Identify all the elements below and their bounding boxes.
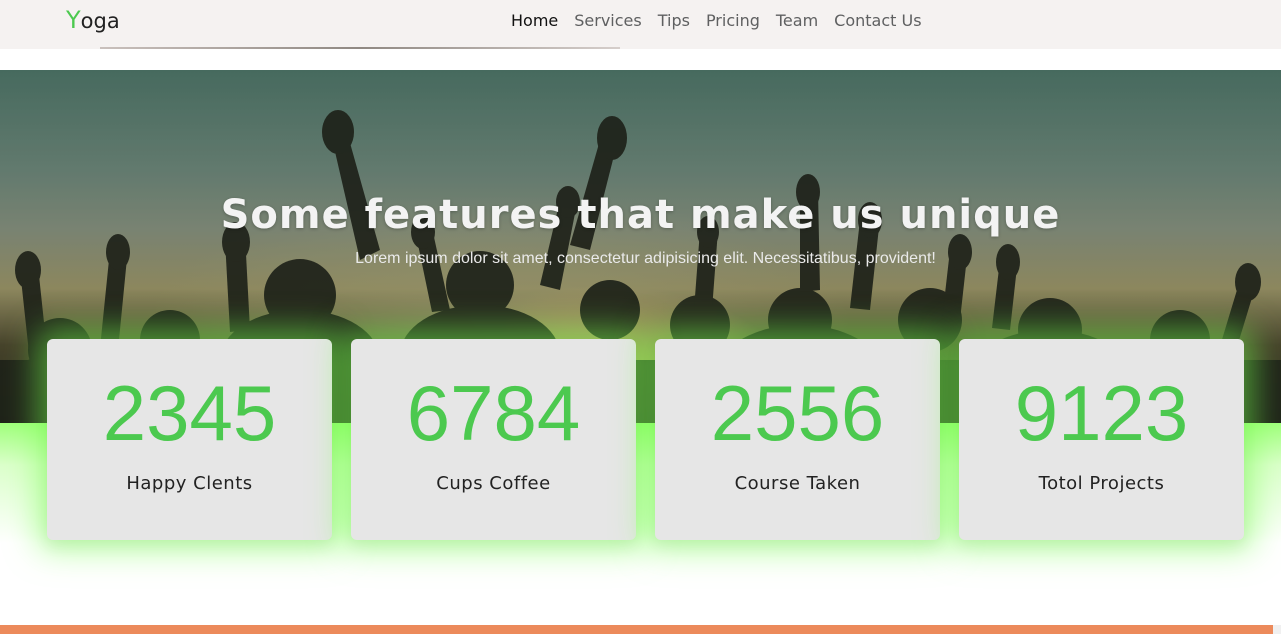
stat-card-happy-clients: 2345 Happy Clents	[47, 339, 332, 540]
footer-accent-bar	[0, 625, 1273, 634]
stat-label: Course Taken	[734, 473, 861, 494]
nav-link-tips[interactable]: Tips	[658, 0, 690, 41]
stat-card-course-taken: 2556 Course Taken	[655, 339, 940, 540]
nav-link-home[interactable]: Home	[511, 0, 558, 41]
nav-link-team[interactable]: Team	[776, 0, 818, 41]
nav-link-contact[interactable]: Contact Us	[834, 0, 921, 41]
brand-first-letter: Y	[66, 6, 81, 34]
hero-title: Some features that make us unique	[220, 192, 1061, 238]
stat-value: 9123	[1014, 369, 1189, 457]
navbar: Y oga Home Services Tips Pricing Team Co…	[0, 0, 1281, 49]
scrollbar-corner	[1273, 625, 1281, 634]
stat-label: Cups Coffee	[436, 473, 551, 494]
nav-link-pricing[interactable]: Pricing	[706, 0, 760, 41]
navbar-divider	[100, 47, 620, 49]
stat-value: 2345	[102, 369, 277, 457]
hero-subtitle: Lorem ipsum dolor sit amet, consectetur …	[355, 250, 936, 267]
stat-card-cups-coffee: 6784 Cups Coffee	[351, 339, 636, 540]
main-nav: Home Services Tips Pricing Team Contact …	[511, 0, 938, 41]
nav-link-services[interactable]: Services	[574, 0, 641, 41]
brand-logo[interactable]: Y oga	[66, 6, 120, 34]
stat-label: Happy Clents	[126, 473, 253, 494]
stat-label: Totol Projects	[1038, 473, 1165, 494]
stat-value: 2556	[710, 369, 885, 457]
stat-card-total-projects: 9123 Totol Projects	[959, 339, 1244, 540]
stat-value: 6784	[406, 369, 581, 457]
brand-rest: oga	[80, 9, 120, 33]
